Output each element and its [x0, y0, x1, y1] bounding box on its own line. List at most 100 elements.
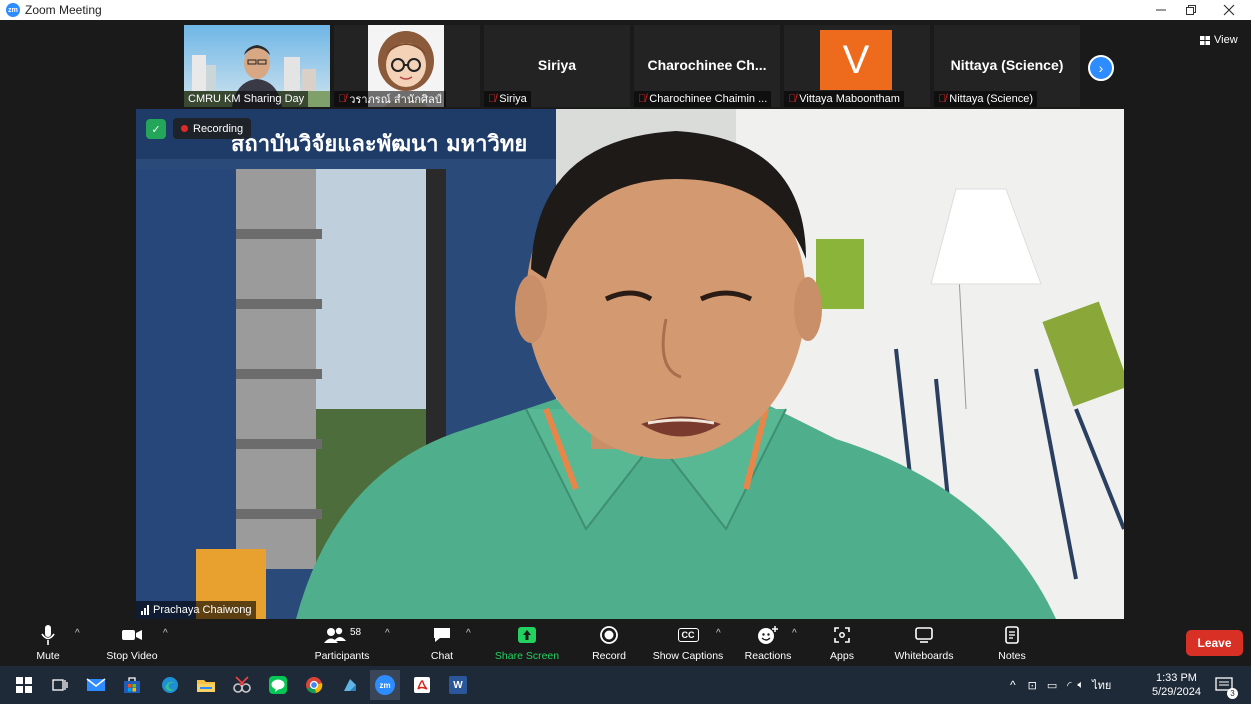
participant-center-name: Charochinee Ch...: [647, 57, 767, 73]
volume-icon[interactable]: 🔈︎: [1078, 679, 1085, 692]
edge-browser-icon[interactable]: [160, 675, 180, 695]
microphone-icon: [41, 625, 55, 645]
notes-button[interactable]: Notes: [994, 619, 1030, 666]
chat-label: Chat: [430, 650, 454, 662]
show-captions-label: Show Captions: [652, 650, 724, 662]
participants-button[interactable]: 58 Participants: [310, 619, 374, 666]
security-shield-icon[interactable]: ✓: [146, 119, 166, 139]
whiteboards-button[interactable]: Whiteboards: [888, 619, 960, 666]
active-speaker-video[interactable]: สถาบันวิจัยและพัฒนา มหาวิทย ✓ Recording …: [136, 109, 1124, 619]
recording-indicator[interactable]: Recording: [173, 118, 252, 139]
network-icon[interactable]: ▭: [1047, 679, 1057, 692]
snipping-tool-icon[interactable]: [232, 675, 252, 695]
word-app-icon[interactable]: W: [448, 675, 468, 695]
restore-button[interactable]: [1174, 0, 1208, 20]
participant-name: 🎙̸ Nittaya (Science): [934, 91, 1038, 107]
video-options-caret-icon[interactable]: ^: [163, 628, 168, 639]
minimize-icon: [1156, 9, 1166, 11]
apps-button[interactable]: Apps: [822, 619, 862, 666]
stop-video-button[interactable]: Stop Video: [104, 619, 160, 666]
share-screen-button[interactable]: Share Screen: [492, 619, 562, 666]
stop-video-label: Stop Video: [106, 650, 158, 662]
meet-now-icon[interactable]: ⊡: [1028, 679, 1037, 692]
minimize-button[interactable]: [1144, 0, 1178, 20]
chrome-browser-icon[interactable]: [304, 675, 324, 695]
whiteboards-label: Whiteboards: [894, 650, 954, 662]
mute-label: Mute: [36, 650, 60, 662]
meeting-area: CMRU KM Sharing Day 🎙̸ วราภรณ์ สำนักศิลป์…: [0, 20, 1251, 619]
participant-tile[interactable]: CMRU KM Sharing Day: [184, 25, 330, 107]
acrobat-reader-icon[interactable]: [412, 675, 432, 695]
zoom-logo-icon: zm: [375, 675, 395, 695]
participant-tile[interactable]: Siriya 🎙̸ Siriya: [484, 25, 630, 107]
chat-options-caret-icon[interactable]: ^: [466, 628, 471, 639]
reactions-label: Reactions: [744, 650, 792, 662]
mic-muted-icon: 🎙̸: [938, 93, 947, 105]
record-button[interactable]: Record: [588, 619, 630, 666]
zoom-logo-icon: zm: [6, 3, 20, 17]
apps-label: Apps: [830, 650, 854, 662]
show-captions-button[interactable]: CC Show Captions: [648, 619, 728, 666]
line-app-icon[interactable]: [268, 675, 288, 695]
chat-button[interactable]: Chat: [424, 619, 460, 666]
participants-label: Participants: [314, 650, 370, 662]
recording-label: Recording: [193, 122, 244, 135]
mute-options-caret-icon[interactable]: ^: [75, 628, 80, 639]
participant-name: CMRU KM Sharing Day: [184, 91, 309, 107]
notification-count-badge: 3: [1227, 688, 1238, 699]
restore-icon: [1186, 5, 1196, 15]
audio-level-icon: [141, 605, 149, 615]
participant-tile[interactable]: Nittaya (Science) 🎙̸ Nittaya (Science): [934, 25, 1080, 107]
close-button[interactable]: [1212, 0, 1246, 20]
show-hidden-icons-chevron-icon[interactable]: ^: [1010, 678, 1016, 692]
participant-name: 🎙̸ วราภรณ์ สำนักศิลป์: [334, 91, 446, 107]
participant-avatar-letter: V: [820, 30, 892, 90]
share-screen-icon: [518, 627, 536, 643]
windows-taskbar: zm W ^ ⊡ ▭ ◜ 🔈︎ ไทย 1:33 PM 5/29/2024 3: [0, 666, 1251, 704]
zoom-taskbar-icon[interactable]: zm: [370, 670, 400, 700]
participant-name: 🎙̸ Vittaya Maboontham: [784, 91, 904, 107]
participant-name: 🎙̸ Siriya: [484, 91, 531, 107]
participants-icon: [323, 627, 346, 643]
clock-time: 1:33 PM: [1155, 672, 1197, 684]
window-title: Zoom Meeting: [25, 3, 102, 17]
task-view-icon[interactable]: [50, 675, 70, 695]
input-language[interactable]: ไทย: [1092, 676, 1111, 694]
whiteboard-icon: [915, 627, 933, 643]
view-button[interactable]: View: [1200, 34, 1238, 46]
windows-start-icon[interactable]: [14, 675, 34, 695]
captions-options-caret-icon[interactable]: ^: [716, 628, 721, 639]
participant-center-name: Siriya: [537, 57, 577, 73]
next-page-button[interactable]: ›: [1088, 55, 1114, 81]
chat-icon: [434, 628, 450, 642]
mute-button[interactable]: Mute: [30, 619, 66, 666]
mail-icon[interactable]: [86, 675, 106, 695]
reactions-emoji-icon: [758, 626, 778, 644]
participants-options-caret-icon[interactable]: ^: [385, 628, 390, 639]
microsoft-store-icon[interactable]: [122, 675, 142, 695]
system-clock[interactable]: 1:33 PM 5/29/2024: [1152, 671, 1201, 699]
clock-date: 5/29/2024: [1152, 686, 1201, 698]
participant-tile[interactable]: V 🎙̸ Vittaya Maboontham: [784, 25, 930, 107]
meeting-toolbar: Mute ^ Stop Video ^ 58 Participants ^ Ch…: [0, 619, 1251, 666]
apps-icon: [834, 627, 850, 643]
photos-app-icon[interactable]: [340, 675, 360, 695]
wifi-icon[interactable]: ◜: [1067, 679, 1071, 692]
leave-button[interactable]: Leave: [1186, 630, 1243, 656]
word-logo-text: W: [449, 676, 467, 694]
participants-count: 58: [349, 626, 362, 638]
participant-name: 🎙̸ Charochinee Chaimin ...: [634, 91, 772, 107]
reactions-button[interactable]: Reactions: [740, 619, 796, 666]
grid-view-icon: [1200, 35, 1210, 45]
file-explorer-icon[interactable]: [196, 675, 216, 695]
notes-icon: [1005, 626, 1019, 644]
participant-tile[interactable]: 🎙̸ วราภรณ์ สำนักศิลป์: [334, 25, 480, 107]
participant-tile[interactable]: Charochinee Ch... 🎙̸ Charochinee Chaimin …: [634, 25, 780, 107]
recording-dot-icon: [181, 125, 188, 132]
video-camera-icon: [122, 630, 142, 640]
mic-muted-icon: 🎙̸: [488, 93, 497, 105]
participant-center-name: Nittaya (Science): [950, 57, 1064, 73]
reactions-options-caret-icon[interactable]: ^: [792, 628, 797, 639]
notes-label: Notes: [998, 650, 1026, 662]
notifications-button[interactable]: 3: [1214, 675, 1238, 699]
